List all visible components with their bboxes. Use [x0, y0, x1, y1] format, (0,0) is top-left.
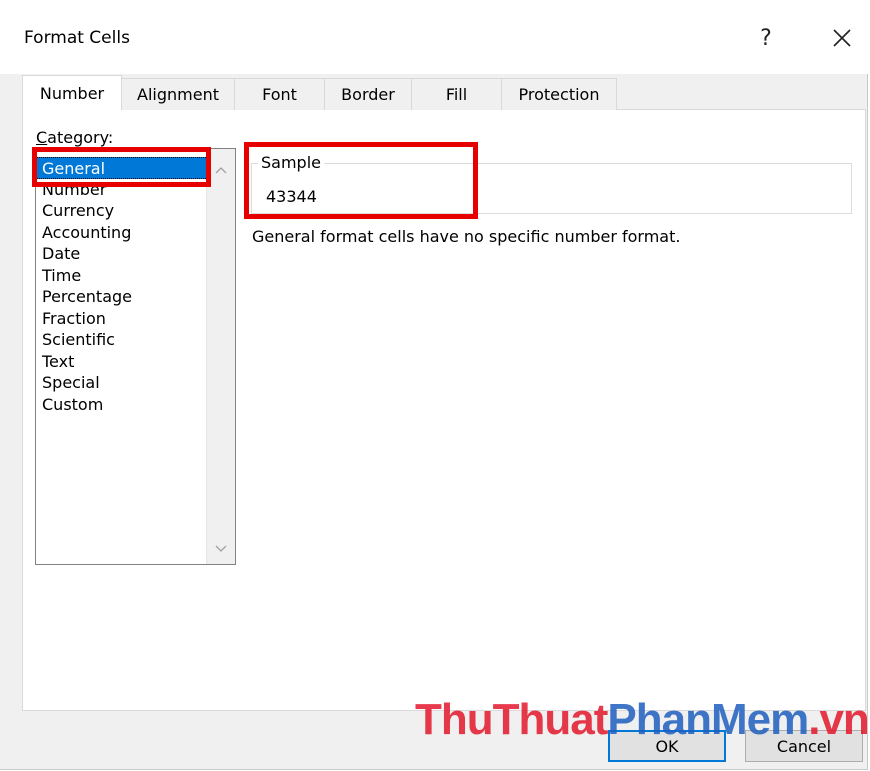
category-item-text[interactable]: Text [36, 351, 208, 373]
chevron-up-icon [215, 167, 227, 174]
tab-border[interactable]: Border [324, 78, 412, 110]
category-label: Category: [36, 128, 114, 147]
category-item-time[interactable]: Time [36, 265, 208, 287]
title-bar: Format Cells ? [0, 0, 868, 74]
category-item-currency[interactable]: Currency [36, 200, 208, 222]
tab-number[interactable]: Number [22, 75, 122, 110]
highlight-box-general [32, 147, 211, 187]
close-button[interactable] [822, 22, 862, 54]
help-button[interactable]: ? [746, 22, 786, 54]
format-description: General format cells have no specific nu… [252, 227, 681, 246]
category-item-scientific[interactable]: Scientific [36, 329, 208, 351]
highlight-box-sample [244, 142, 478, 219]
close-icon [833, 29, 851, 47]
category-item-accounting[interactable]: Accounting [36, 222, 208, 244]
tab-font[interactable]: Font [234, 78, 325, 110]
tab-protection[interactable]: Protection [501, 78, 617, 110]
category-item-percentage[interactable]: Percentage [36, 286, 208, 308]
category-listbox[interactable]: General Number Currency Accounting Date … [35, 148, 236, 565]
tab-alignment[interactable]: Alignment [121, 78, 235, 110]
tab-strip: Number Alignment Font Border Fill Protec… [22, 75, 617, 110]
chevron-down-icon [215, 545, 227, 552]
category-list: General Number Currency Accounting Date … [36, 157, 208, 415]
category-item-custom[interactable]: Custom [36, 394, 208, 416]
format-cells-dialog: Format Cells ? Number Alignment Font Bor… [0, 0, 870, 770]
scroll-down-button[interactable] [207, 540, 235, 558]
tab-fill[interactable]: Fill [411, 78, 502, 110]
watermark-logo: ThuThuatPhanMem.vn [415, 695, 870, 744]
scroll-up-button[interactable] [207, 161, 235, 179]
category-item-special[interactable]: Special [36, 372, 208, 394]
category-item-fraction[interactable]: Fraction [36, 308, 208, 330]
category-item-date[interactable]: Date [36, 243, 208, 265]
dialog-title: Format Cells [24, 28, 130, 48]
category-scrollbar[interactable] [206, 149, 235, 564]
